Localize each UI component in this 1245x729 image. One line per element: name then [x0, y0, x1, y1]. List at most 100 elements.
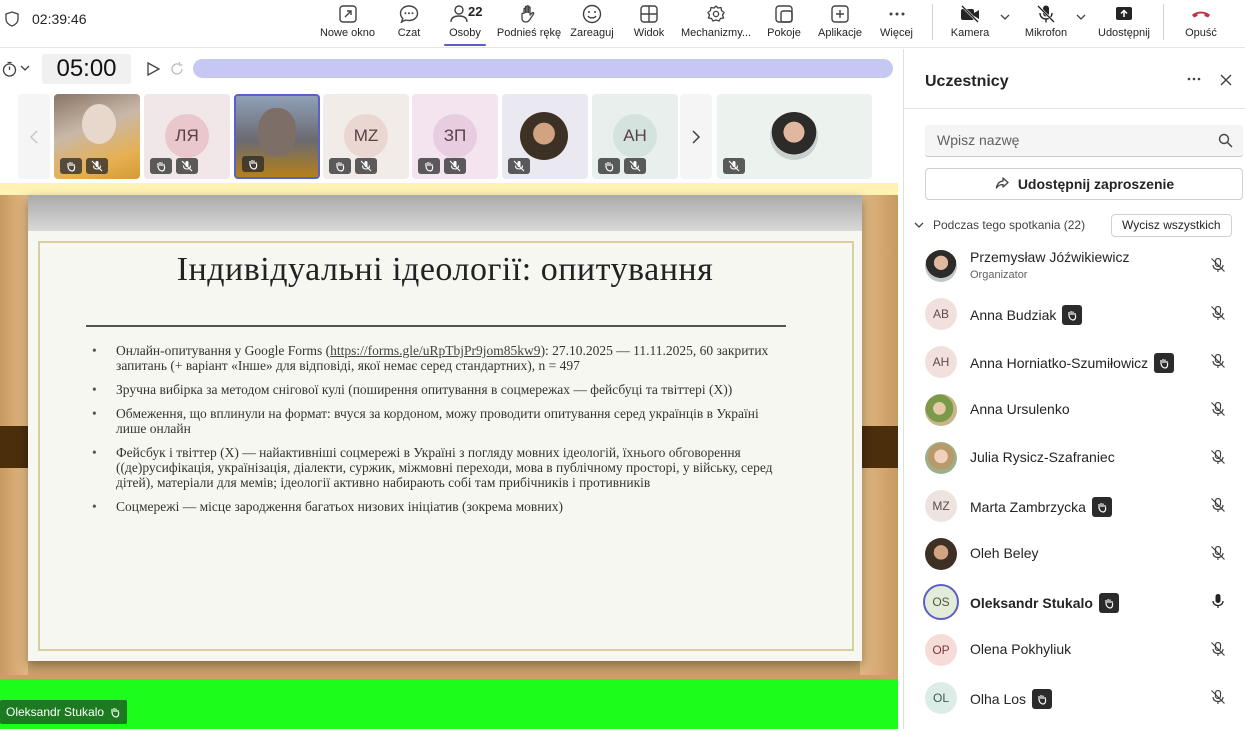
participant-row[interactable]: OP Olena Pokhyliuk: [904, 627, 1245, 675]
participant-name: Anna Budziak: [970, 305, 1083, 325]
apps-mechanisms-button[interactable]: Mechanizmy...: [680, 0, 752, 48]
strip-prev-button[interactable]: [18, 94, 50, 179]
microphone-options-chevron-icon[interactable]: [1076, 12, 1086, 22]
add-app-button[interactable]: Aplikacje: [818, 0, 862, 48]
video-tile[interactable]: [502, 94, 588, 179]
strip-next-button[interactable]: [680, 94, 712, 179]
participant-row[interactable]: MZ Marta Zambrzycka: [904, 483, 1245, 531]
participant-initials: ЗП: [433, 114, 477, 158]
muted-indicator: [176, 158, 198, 174]
participant-row-speaking[interactable]: OS Oleksandr Stukalo: [904, 579, 1245, 627]
people-count: 22: [468, 4, 483, 19]
participant-initials: AH: [613, 114, 657, 158]
presenter-name: Oleksandr Stukalo: [6, 705, 105, 719]
search-input[interactable]: [925, 125, 1195, 155]
mic-off-icon: [181, 160, 193, 172]
toolbar-divider: [1163, 4, 1164, 40]
view-button[interactable]: Widok: [631, 0, 667, 48]
chat-button[interactable]: Czat: [395, 0, 423, 48]
meeting-clock: 02:39:46: [32, 11, 87, 27]
video-tile[interactable]: MZ: [323, 94, 409, 179]
raise-hand-button[interactable]: Podnieś rękę: [496, 0, 562, 48]
screen-green-band: [0, 679, 898, 729]
play-icon[interactable]: [145, 61, 161, 77]
reset-icon[interactable]: [169, 61, 185, 77]
raised-hand-icon: [336, 162, 345, 172]
participant-row[interactable]: Anna Ursulenko: [904, 387, 1245, 435]
participant-avatar: OL: [925, 682, 957, 714]
participant-video: [82, 104, 116, 144]
raised-hand-icon: [1105, 599, 1114, 609]
participant-row[interactable]: OL Olha Los: [904, 675, 1245, 723]
participant-avatar: [925, 538, 957, 570]
screen-background: [0, 183, 898, 195]
microphone-button[interactable]: Mikrofon: [1023, 0, 1069, 48]
muted-indicator: [723, 158, 745, 174]
leave-button[interactable]: Opuść: [1184, 0, 1218, 48]
participant-row[interactable]: AH Anna Horniatko-Szumiłowicz: [904, 339, 1245, 387]
mic-off-icon: [1037, 5, 1055, 23]
video-tile-selected[interactable]: [234, 94, 320, 179]
video-tile[interactable]: [54, 94, 140, 179]
participant-name: Olena Pokhyliuk: [970, 641, 1072, 657]
video-tile[interactable]: ЗП: [412, 94, 498, 179]
people-button[interactable]: 22 Osoby: [442, 0, 488, 48]
tile-indicators: [723, 158, 745, 174]
video-tile-organizer[interactable]: [717, 94, 872, 179]
raised-hand-icon: [249, 160, 258, 170]
chevron-down-icon[interactable]: [914, 220, 924, 230]
raised-hand-icon: [1160, 359, 1169, 369]
participant-row[interactable]: Oleh Beley: [904, 531, 1245, 579]
mic-off-icon: [629, 160, 641, 172]
mic-off-icon: [91, 160, 103, 172]
mute-all-button[interactable]: Wycisz wszystkich: [1111, 214, 1232, 237]
camera-options-chevron-icon[interactable]: [1000, 12, 1010, 22]
muted-indicator: [86, 158, 108, 174]
participant-list: Przemysław Jóźwikiewicz Organizator AB A…: [904, 243, 1245, 723]
view-icon: [640, 5, 658, 23]
tile-indicators: [329, 158, 377, 174]
toolbar-divider: [932, 4, 933, 40]
participant-avatar: AB: [925, 298, 957, 330]
timer-chevron-down-icon[interactable]: [20, 63, 30, 73]
raised-hand-badge: [1098, 593, 1119, 613]
share-invite-button[interactable]: Udostępnij zaproszenie: [925, 168, 1243, 200]
participant-name: Anna Horniatko-Szumiłowicz: [970, 353, 1175, 373]
mic-off-icon: [1211, 545, 1225, 560]
participant-avatar: [925, 394, 957, 426]
raised-hand-icon: [1038, 695, 1047, 705]
shield-icon: [5, 11, 19, 27]
video-tile[interactable]: AH: [592, 94, 678, 179]
survey-link[interactable]: https://forms.gle/uRpTbjPr9jom85kw9: [330, 343, 540, 358]
stopwatch-icon[interactable]: [2, 61, 17, 77]
participant-avatar: AH: [925, 346, 957, 378]
share-invite-icon: [995, 177, 1009, 189]
chat-icon: [399, 5, 419, 24]
more-button[interactable]: Więcej: [880, 0, 913, 48]
close-icon[interactable]: [1219, 73, 1233, 87]
participant-row[interactable]: Julia Rysicz-Szafraniec: [904, 435, 1245, 483]
pop-out-button[interactable]: Nowe okno: [319, 0, 376, 48]
more-options-icon[interactable]: [1186, 71, 1202, 87]
in-meeting-section-header: Podczas tego spotkania (22) Wycisz wszys…: [914, 214, 1244, 237]
participant-avatar: OP: [925, 634, 957, 666]
slide-bullet: Зручна вибірка за методом снігової кулі …: [90, 382, 790, 397]
rooms-button[interactable]: Pokoje: [767, 0, 801, 48]
raise-hand-icon: [521, 5, 535, 23]
react-icon: [582, 4, 602, 24]
camera-button[interactable]: Kamera: [950, 0, 990, 48]
participant-row[interactable]: Przemysław Jóźwikiewicz Organizator: [904, 243, 1245, 291]
raised-hand-indicator: [60, 158, 82, 174]
tile-indicators: [60, 158, 108, 174]
video-tile[interactable]: ЛЯ: [144, 94, 230, 179]
share-screen-button[interactable]: Udostępnij: [1097, 0, 1151, 48]
participant-name: Julia Rysicz-Szafraniec: [970, 449, 1115, 465]
slide-header-band: [28, 195, 862, 231]
participant-search: [925, 125, 1243, 157]
participant-row[interactable]: AB Anna Budziak: [904, 291, 1245, 339]
react-button[interactable]: Zareaguj: [570, 0, 614, 48]
presentation-slide: Індивідуальні ідеології: опитування Онла…: [28, 195, 862, 661]
raised-hand-indicator: [598, 158, 620, 174]
timer-progress-bar: [193, 59, 893, 78]
participant-name: Anna Ursulenko: [970, 401, 1070, 417]
